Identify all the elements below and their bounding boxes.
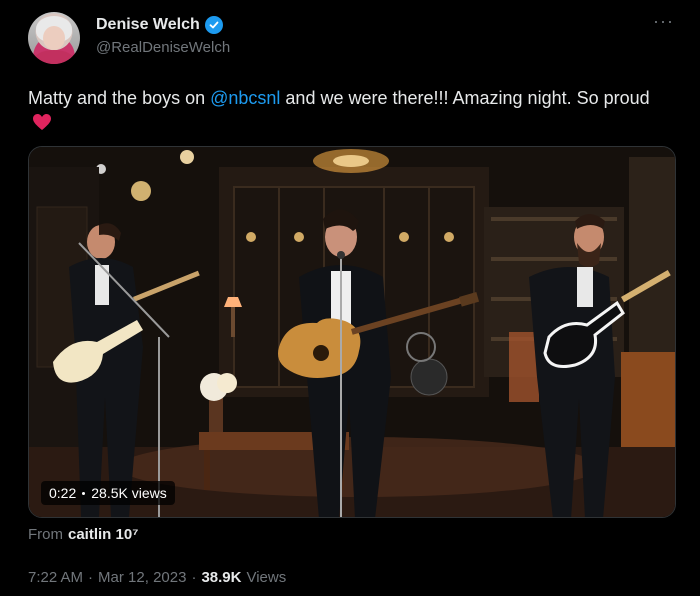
mention-link[interactable]: @nbcsnl	[210, 88, 280, 108]
video-elapsed-time: 0:22	[49, 485, 77, 501]
meta-separator: ·	[88, 569, 94, 586]
tweet-view-count: 38.9K	[201, 569, 242, 586]
red-heart-icon	[33, 114, 51, 130]
video-view-count: 28.5K views	[91, 485, 167, 501]
tweet-time[interactable]: 7:22 AM	[28, 569, 83, 586]
source-user-link[interactable]: caitlin 10⁷	[68, 526, 138, 543]
tweet-text-part: and we were there!!! Amazing night. So p…	[280, 88, 650, 108]
meta-separator: ·	[191, 569, 197, 586]
from-label: From	[28, 526, 63, 543]
display-name[interactable]: Denise Welch	[96, 16, 200, 34]
avatar-top	[34, 50, 74, 64]
video-views-badge: 0:22 28.5K views	[41, 481, 175, 505]
author-name-row: Denise Welch	[96, 16, 223, 34]
tweet-text: Matty and the boys on @nbcsnl and we wer…	[28, 86, 668, 134]
badge-separator	[82, 491, 86, 495]
tweet-text-part: Matty and the boys on	[28, 88, 211, 108]
video-frame	[29, 147, 675, 517]
video-player[interactable]: 0:22 28.5K views	[28, 146, 676, 518]
tweet-metadata: 7:22 AM · Mar 12, 2023 · 38.9K Views	[28, 569, 286, 586]
more-options-icon[interactable]: ···	[653, 12, 674, 30]
views-label: Views	[246, 569, 287, 586]
tweet-date[interactable]: Mar 12, 2023	[98, 569, 186, 586]
verified-badge-icon	[204, 16, 223, 34]
video-source-attribution: From caitlin 10⁷	[28, 526, 138, 543]
avatar-face	[43, 26, 65, 50]
avatar[interactable]	[28, 12, 80, 64]
author-handle[interactable]: @RealDeniseWelch	[96, 39, 230, 56]
